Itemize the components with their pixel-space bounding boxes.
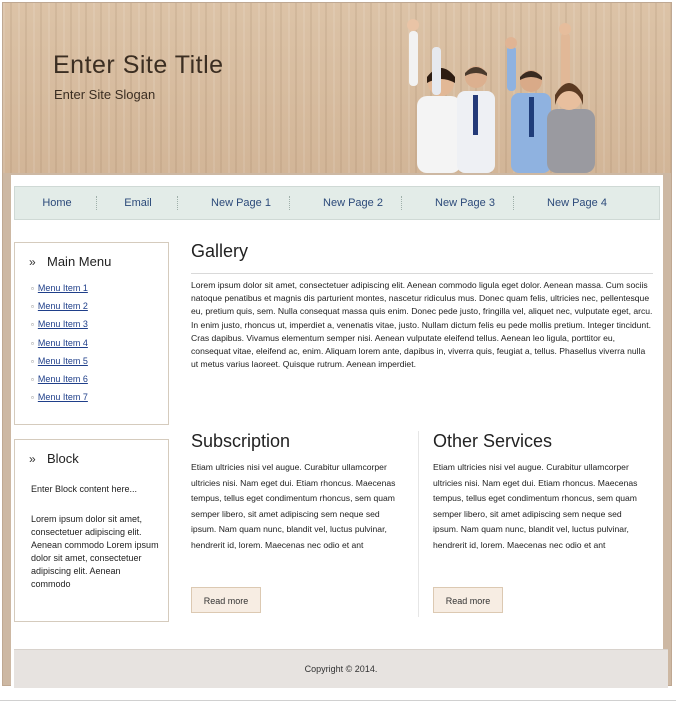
double-chevron-icon: »	[29, 255, 36, 269]
bullet-icon: ▫	[31, 320, 34, 330]
other-services-text: Etiam ultricies nisi vel augue. Curabitu…	[433, 462, 638, 550]
bullet-icon: ▫	[31, 284, 34, 293]
top-nav: Home Email New Page 1 New Page 2 New Pag…	[14, 186, 660, 220]
menu-item-link[interactable]: Menu Item 3	[38, 319, 88, 329]
subscription-heading: Subscription	[191, 431, 291, 451]
page-frame: Enter Site Title Enter Site Slogan Home …	[2, 2, 672, 688]
subscription-read-more-button[interactable]: Read more	[191, 587, 261, 613]
bullet-icon: ▫	[31, 374, 34, 384]
nav-item-home[interactable]: Home	[29, 187, 85, 219]
nav-separator	[513, 196, 514, 210]
subscription-text: Etiam ultricies nisi vel augue. Curabitu…	[191, 462, 396, 550]
list-item: ▫ Menu Item 4	[31, 338, 88, 356]
gallery-heading: Gallery	[191, 241, 249, 261]
list-item: ▫ Menu Item 3	[31, 319, 88, 337]
person-figure	[505, 37, 551, 173]
nav-separator	[289, 196, 290, 210]
bullet-icon: ▫	[31, 393, 34, 403]
main-menu-title-label: Main Menu	[47, 254, 112, 269]
nav-item-new-page-2[interactable]: New Page 2	[303, 187, 403, 219]
menu-item-link[interactable]: Menu Item 7	[38, 392, 88, 402]
bullet-icon: ▫	[31, 338, 34, 348]
block-title: » Block	[29, 451, 79, 466]
header-people-image	[407, 19, 595, 173]
bullet-icon: ▫	[31, 356, 34, 366]
nav-item-email[interactable]: Email	[110, 187, 166, 219]
nav-item-new-page-1[interactable]: New Page 1	[191, 187, 291, 219]
menu-item-link[interactable]: Menu Item 6	[38, 374, 88, 384]
list-item: ▫ Menu Item 1	[31, 283, 88, 301]
block-title-label: Block	[47, 451, 79, 466]
list-item: ▫ Menu Item 5	[31, 356, 88, 374]
site-slogan: Enter Site Slogan	[54, 87, 156, 102]
block-intro: Enter Block content here...	[31, 484, 138, 494]
block-box: » Block Enter Block content here... Lorem…	[14, 439, 169, 622]
nav-item-new-page-3[interactable]: New Page 3	[415, 187, 515, 219]
bullet-icon: ▫	[31, 302, 34, 312]
block-body: Lorem ipsum dolor sit amet, consectetuer…	[31, 514, 159, 589]
nav-separator	[96, 196, 97, 210]
divider	[0, 700, 676, 701]
main-menu-title: » Main Menu	[29, 254, 111, 269]
double-chevron-icon: »	[29, 452, 36, 466]
list-item: ▫ Menu Item 7	[31, 392, 88, 410]
nav-separator	[177, 196, 178, 210]
content-area: Home Email New Page 1 New Page 2 New Pag…	[11, 175, 668, 688]
other-services-heading: Other Services	[433, 431, 553, 451]
other-services-read-more-button[interactable]: Read more	[433, 587, 503, 613]
list-item: ▫ Menu Item 2	[31, 301, 88, 319]
site-title[interactable]: Enter Site Title	[53, 51, 224, 80]
site-header: Enter Site Title Enter Site Slogan	[3, 3, 671, 173]
nav-separator	[401, 196, 402, 210]
heading-rule	[191, 273, 653, 274]
list-item: ▫ Menu Item 6	[31, 374, 88, 392]
main-menu-box: » Main Menu ▫ Menu Item 1 ▫ Menu Item 2 ▫ Me…	[14, 242, 169, 425]
copyright-text: Copyright © 2014.	[304, 664, 378, 674]
column-divider	[418, 431, 419, 617]
menu-item-link[interactable]: Menu Item 5	[38, 356, 88, 366]
nav-item-new-page-4[interactable]: New Page 4	[527, 187, 627, 219]
menu-item-link[interactable]: Menu Item 1	[38, 283, 88, 293]
person-figure	[547, 23, 595, 173]
menu-item-link[interactable]: Menu Item 4	[38, 338, 88, 348]
main-menu-list: ▫ Menu Item 1 ▫ Menu Item 2 ▫ Menu Item 3 ▫…	[31, 283, 88, 410]
site-footer: Copyright © 2014.	[14, 649, 668, 688]
person-figure	[407, 19, 461, 173]
gallery-text: Lorem ipsum dolor sit amet, consectetuer…	[191, 280, 653, 370]
menu-item-link[interactable]: Menu Item 2	[38, 301, 88, 311]
